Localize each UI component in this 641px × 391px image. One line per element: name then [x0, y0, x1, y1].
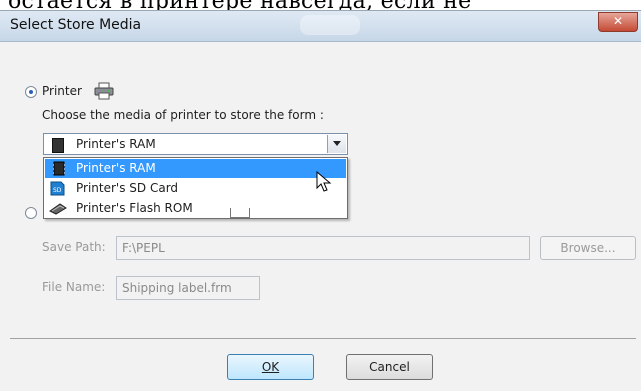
- title-bar-glare: [300, 15, 360, 35]
- ok-button-label: OK: [261, 360, 280, 374]
- printer-icon: [94, 82, 114, 100]
- flash-rom-icon: [49, 203, 67, 215]
- save-path-label: Save Path:: [42, 240, 106, 254]
- ram-chip-icon: [53, 161, 65, 176]
- title-bar[interactable]: Select Store Media ✕: [0, 11, 641, 42]
- sd-card-icon: SD: [50, 181, 65, 196]
- file-name-label: File Name:: [42, 280, 106, 294]
- save-path-value: F:\PEPL: [122, 241, 165, 255]
- media-select[interactable]: Printer's RAM: [43, 133, 348, 155]
- chevron-down-icon: [333, 141, 341, 146]
- pc-icon: [230, 208, 250, 218]
- media-option-label: Printer's Flash ROM: [76, 201, 193, 215]
- media-option-ram[interactable]: Printer's RAM: [45, 159, 346, 178]
- browse-button[interactable]: Browse...: [540, 236, 636, 260]
- file-name-value: Shipping label.frm: [122, 281, 232, 295]
- close-icon: ✕: [612, 14, 624, 28]
- cancel-button-label: Cancel: [369, 360, 410, 374]
- media-prompt-label: Choose the media of printer to store the…: [42, 108, 324, 122]
- media-select-value: Printer's RAM: [76, 137, 156, 151]
- dialog-title: Select Store Media: [10, 17, 142, 33]
- media-option-flash-rom[interactable]: Printer's Flash ROM: [45, 199, 346, 218]
- ram-chip-icon: [52, 138, 64, 153]
- radio-selected-dot: [29, 90, 33, 94]
- printer-radio[interactable]: [25, 86, 37, 98]
- file-name-field[interactable]: Shipping label.frm: [116, 276, 260, 300]
- media-option-sd-card[interactable]: SD Printer's SD Card: [45, 179, 346, 198]
- media-dropdown-list: Printer's RAM SD Printer's SD Card Print…: [43, 157, 348, 219]
- cancel-button[interactable]: Cancel: [346, 354, 433, 380]
- media-option-label: Printer's SD Card: [76, 181, 179, 195]
- ok-button[interactable]: OK: [227, 354, 314, 380]
- background-strip: остается в принтере навсегда, если не: [0, 0, 641, 14]
- mouse-cursor-icon: [316, 171, 332, 192]
- divider: [10, 338, 636, 339]
- save-path-field[interactable]: F:\PEPL: [116, 236, 530, 260]
- svg-text:SD: SD: [53, 187, 62, 194]
- pc-radio[interactable]: [25, 207, 37, 219]
- media-option-label: Printer's RAM: [76, 161, 156, 175]
- dropdown-arrow-button[interactable]: [327, 135, 346, 153]
- printer-radio-label[interactable]: Printer: [42, 84, 82, 98]
- close-button[interactable]: ✕: [598, 12, 638, 32]
